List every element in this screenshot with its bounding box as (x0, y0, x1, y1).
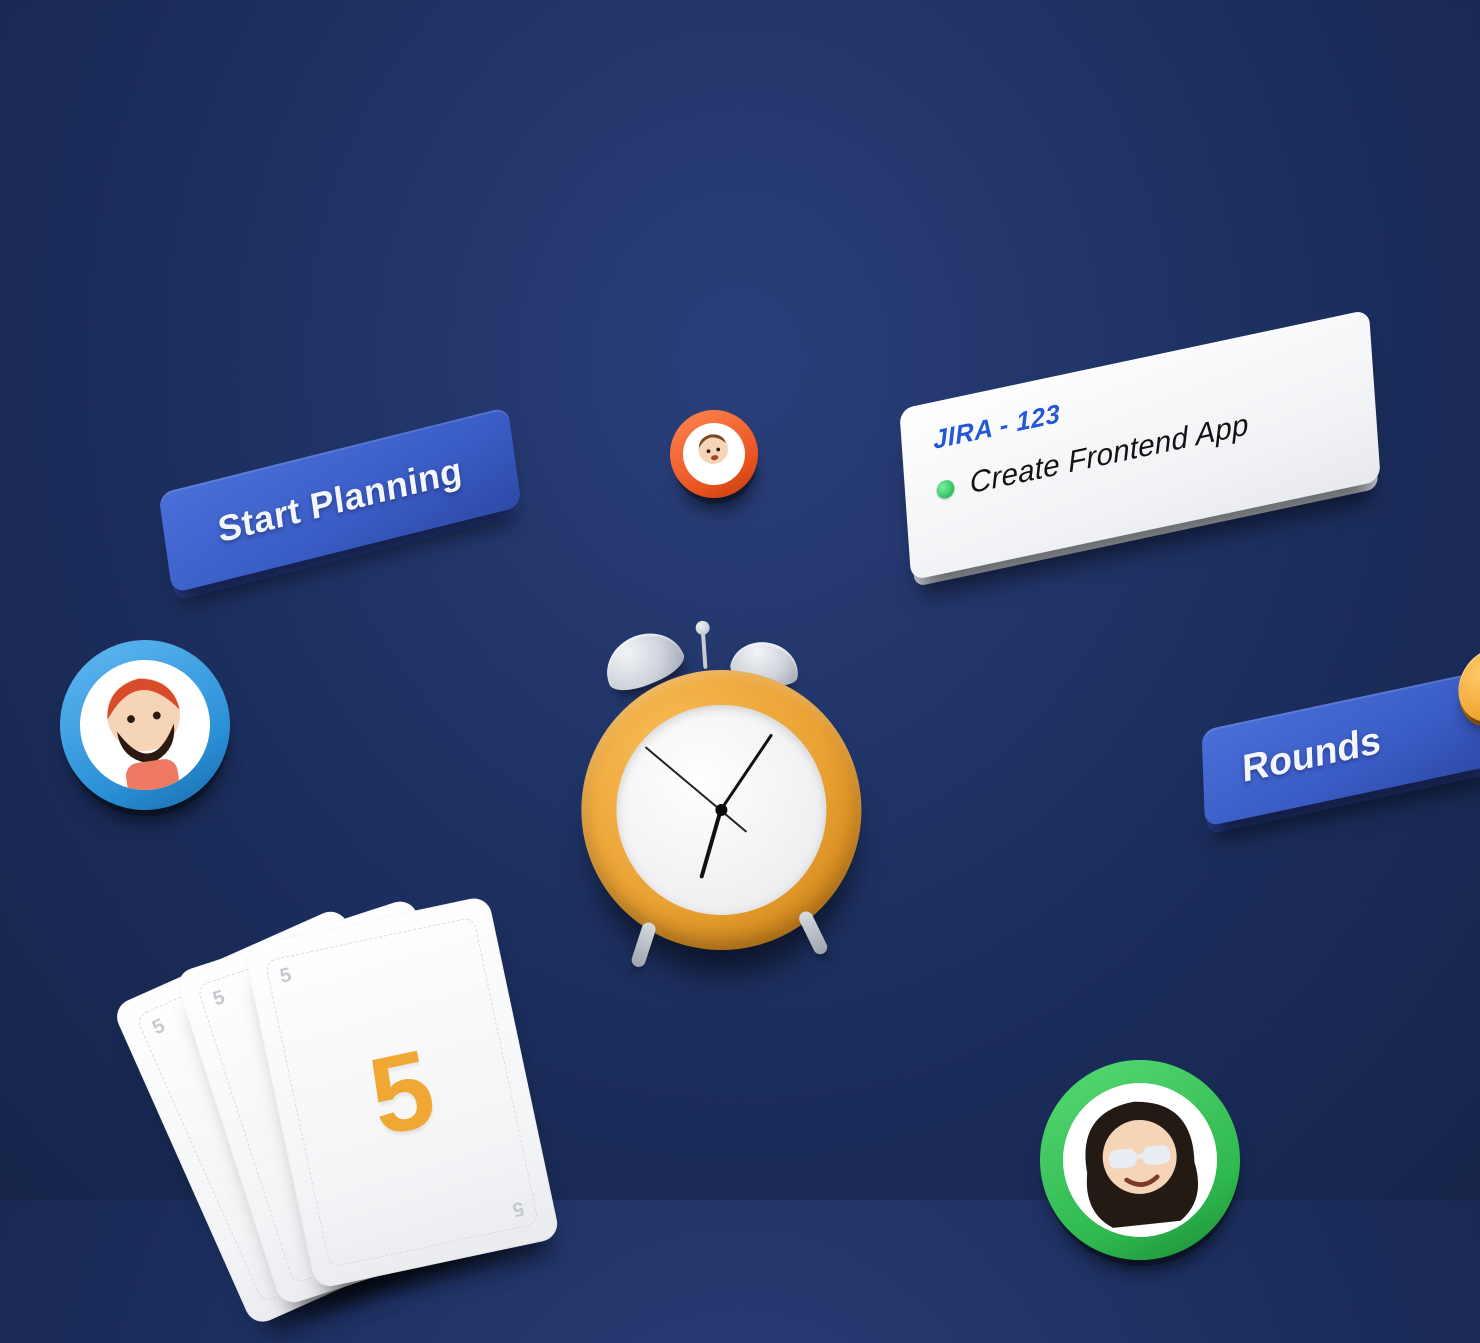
avatar-small-person-icon (678, 418, 750, 490)
rounds-label: Rounds (1242, 719, 1382, 792)
rounds-button[interactable]: Rounds (1202, 668, 1480, 827)
jira-ticket-card[interactable]: JIRA - 123 Create Frontend App (899, 309, 1380, 580)
clock-hammer-icon (701, 631, 708, 669)
card-corner-value: 5 (278, 964, 294, 989)
card-corner-value: 5 (210, 986, 228, 1011)
rounds-button-group: Rounds 3 (1202, 668, 1480, 827)
avatar-chip-blue[interactable] (49, 629, 241, 821)
avatar-chip-orange[interactable] (663, 403, 765, 505)
avatar-bearded-man-icon (72, 652, 219, 799)
card-main-value: 5 (359, 1024, 445, 1161)
alarm-clock-icon (547, 589, 893, 990)
clock-foot-right-icon (797, 909, 830, 956)
clock-foot-left-icon (630, 921, 658, 969)
avatar-chip-green[interactable] (1030, 1050, 1250, 1270)
planning-cards-stack[interactable]: 5 5 5 5 5 5 5 (137, 880, 623, 1319)
avatar-sunglasses-woman-icon (1055, 1075, 1224, 1244)
card-corner-value: 5 (149, 1015, 169, 1041)
start-planning-button[interactable]: Start Planning (158, 407, 521, 594)
status-dot-icon (936, 478, 955, 500)
start-planning-label: Start Planning (215, 449, 464, 552)
